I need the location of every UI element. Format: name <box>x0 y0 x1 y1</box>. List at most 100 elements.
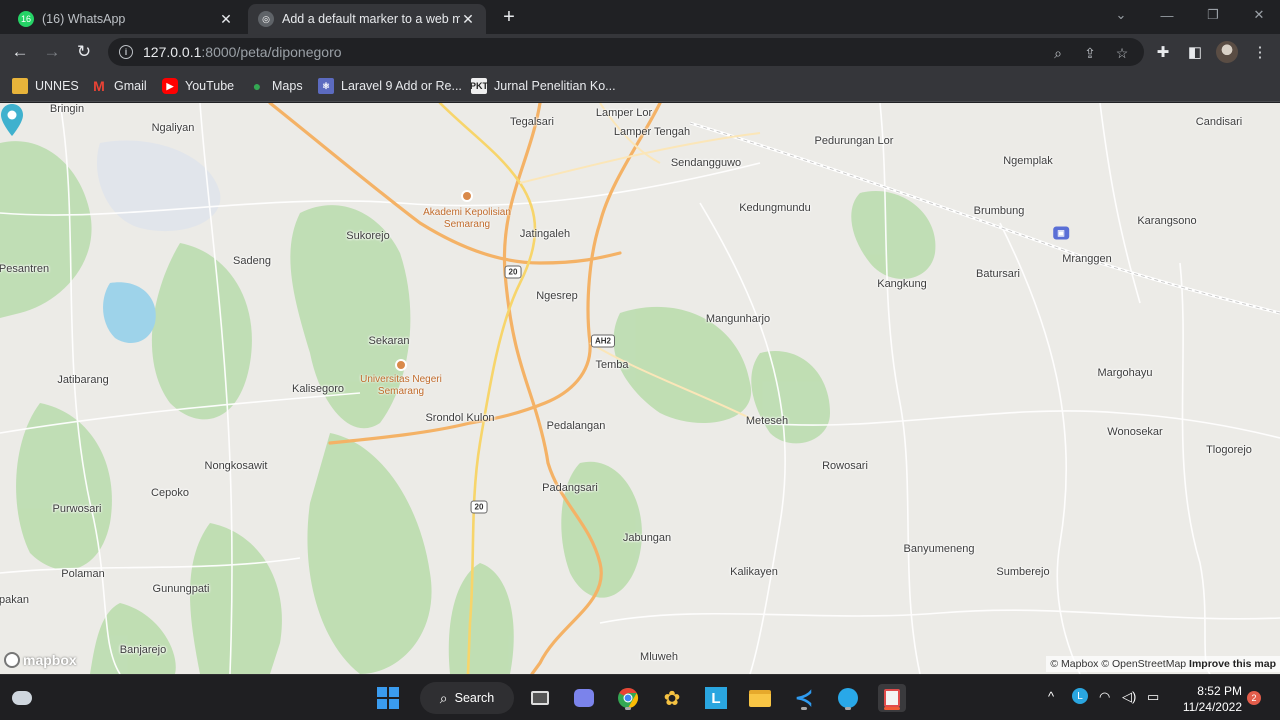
bookmark-unnes[interactable]: UNNES <box>12 77 79 95</box>
bookmark-jurnal[interactable]: PKT Jurnal Penelitian Ko... <box>470 77 616 95</box>
place-label: Karangsono <box>1137 215 1197 227</box>
zoom-icon[interactable]: ⌕ <box>1048 43 1068 63</box>
bookmark-maps[interactable]: ● Maps <box>249 77 303 95</box>
chat-glyph <box>574 689 594 707</box>
place-label: Sukorejo <box>346 230 390 242</box>
tab-whatsapp[interactable]: 16 (16) WhatsApp ✕ <box>8 4 244 34</box>
minimize-button[interactable]: — <box>1144 0 1190 30</box>
menu-icon[interactable]: ⋮ <box>1250 42 1270 62</box>
place-label: Kedungmundu <box>739 202 811 214</box>
place-label: Pedurungan Lor <box>814 135 894 147</box>
close-tab-icon[interactable]: ✕ <box>460 11 476 28</box>
tray-overflow-icon[interactable]: ^ <box>1048 689 1054 704</box>
extensions-icon[interactable]: ✚ <box>1153 42 1173 62</box>
browser-toolbar: ← → ↻ i 127.0.0.1:8000/peta/diponegoro ⌕… <box>0 34 1280 70</box>
education-poi-icon <box>461 190 473 202</box>
snipping-tool-icon[interactable] <box>878 684 906 712</box>
place-label: Jatibarang <box>57 374 109 386</box>
bookmark-gmail[interactable]: M Gmail <box>91 77 147 95</box>
close-tab-icon[interactable]: ✕ <box>218 11 234 28</box>
maximize-button[interactable]: ❐ <box>1190 0 1236 30</box>
url-host: 127.0.0.1 <box>143 44 202 60</box>
place-label: Pedalangan <box>546 420 606 432</box>
new-tab-button[interactable]: + <box>498 6 520 29</box>
tray-app-icon[interactable]: L <box>1072 688 1088 704</box>
map-attribution: © Mapbox © OpenStreetMap Improve this ma… <box>1046 656 1280 672</box>
place-label: Batursari <box>975 268 1021 280</box>
bus-station-icon: ▣ <box>1053 226 1069 240</box>
youtube-icon: ▶ <box>162 78 178 94</box>
profile-avatar[interactable] <box>1216 41 1238 63</box>
tab-title: Add a default marker to a web m <box>282 12 460 26</box>
address-bar[interactable]: i 127.0.0.1:8000/peta/diponegoro ⌕ ⇪ ☆ <box>108 38 1144 66</box>
url-text[interactable]: 127.0.0.1:8000/peta/diponegoro <box>143 44 342 60</box>
clock[interactable]: 8:52 PM 11/24/2022 <box>1176 683 1242 715</box>
windows-taskbar: ⌕ Search ✿ L ≺ ^ L ◠ ◁) ▭ 8:52 PM 11/24/… <box>0 674 1280 720</box>
bookmark-label: Gmail <box>114 79 147 93</box>
url-path: :8000/peta/diponegoro <box>201 44 342 60</box>
place-label: Jabungan <box>622 532 672 544</box>
place-label: Lamper Lor <box>595 107 653 119</box>
paw-app-icon[interactable]: ✿ <box>658 684 686 712</box>
place-label: Ngesrep <box>536 290 578 302</box>
chrome-icon[interactable] <box>614 684 642 712</box>
start-button[interactable] <box>374 684 402 712</box>
map-marker-icon[interactable] <box>0 103 24 137</box>
place-label: Purwosari <box>52 503 102 515</box>
place-label: Nongkosawit <box>204 460 268 472</box>
bookmark-laravel[interactable]: ⚛ Laravel 9 Add or Re... <box>318 77 462 95</box>
tab-title: (16) WhatsApp <box>42 12 126 26</box>
site-info-icon[interactable]: i <box>119 45 133 59</box>
forward-button[interactable]: → <box>40 40 64 64</box>
education-poi-icon <box>395 359 407 371</box>
back-button[interactable]: ← <box>8 40 32 64</box>
task-view-icon[interactable] <box>526 684 554 712</box>
mapbox-logo-text: mapbox <box>23 652 77 668</box>
l-app-icon[interactable]: L <box>702 684 730 712</box>
folder-glyph <box>749 689 771 707</box>
running-indicator <box>801 707 807 710</box>
search-label: Search <box>454 691 495 705</box>
place-label: Polaman <box>61 568 105 580</box>
bookmark-star-icon[interactable]: ☆ <box>1112 43 1132 63</box>
reload-button[interactable]: ↻ <box>72 40 96 64</box>
mapbox-map[interactable]: Bringin Ngaliyan Tegalsari Lamper Lor La… <box>0 103 1280 674</box>
poi-akpol: Akademi Kepolisian Semarang <box>423 207 511 230</box>
place-label: Ngaliyan <box>151 122 195 134</box>
bookmark-label: YouTube <box>185 79 235 93</box>
place-label: Padangsari <box>542 482 598 494</box>
bookmark-label: Maps <box>272 79 303 93</box>
place-label: Tlogorejo <box>1206 444 1252 456</box>
place-label: Sendangguwo <box>670 157 742 169</box>
taskbar-search[interactable]: ⌕ Search <box>420 682 514 714</box>
place-label: Mranggen <box>1062 253 1112 265</box>
place-label: Brumbung <box>973 205 1025 217</box>
tab-mapbox-marker[interactable]: ◎ Add a default marker to a web m ✕ <box>248 4 486 34</box>
attribution-osm[interactable]: © OpenStreetMap <box>1101 658 1186 670</box>
battery-icon[interactable]: ▭ <box>1147 689 1159 705</box>
place-label: Bringin <box>49 103 85 115</box>
edge-like-app-icon[interactable] <box>834 684 862 712</box>
place-label: Sumberejo <box>996 566 1050 578</box>
attribution-mapbox[interactable]: © Mapbox <box>1050 658 1098 670</box>
side-panel-icon[interactable]: ◧ <box>1185 42 1205 62</box>
mapbox-logo[interactable]: mapbox <box>4 652 77 668</box>
whatsapp-icon: 16 <box>18 11 34 27</box>
close-window-button[interactable]: ✕ <box>1236 0 1280 30</box>
wifi-icon[interactable]: ◠ <box>1099 689 1110 705</box>
tab-search-icon[interactable]: ⌄ <box>1098 0 1144 30</box>
file-explorer-icon[interactable] <box>746 684 774 712</box>
task-view-glyph <box>531 691 549 705</box>
place-label: Kalisegoro <box>292 383 344 395</box>
volume-icon[interactable]: ◁) <box>1122 689 1136 705</box>
improve-map-link[interactable]: Improve this map <box>1189 658 1276 670</box>
place-label: Tegalsari <box>509 116 555 128</box>
bookmark-youtube[interactable]: ▶ YouTube <box>162 77 234 95</box>
windows-logo-icon <box>377 687 399 709</box>
weather-icon[interactable] <box>8 684 36 712</box>
teams-chat-icon[interactable] <box>570 684 598 712</box>
vscode-icon[interactable]: ≺ <box>790 684 818 712</box>
share-icon[interactable]: ⇪ <box>1080 43 1100 63</box>
notification-badge[interactable]: 2 <box>1247 691 1261 705</box>
bookmark-label: Laravel 9 Add or Re... <box>341 79 462 93</box>
